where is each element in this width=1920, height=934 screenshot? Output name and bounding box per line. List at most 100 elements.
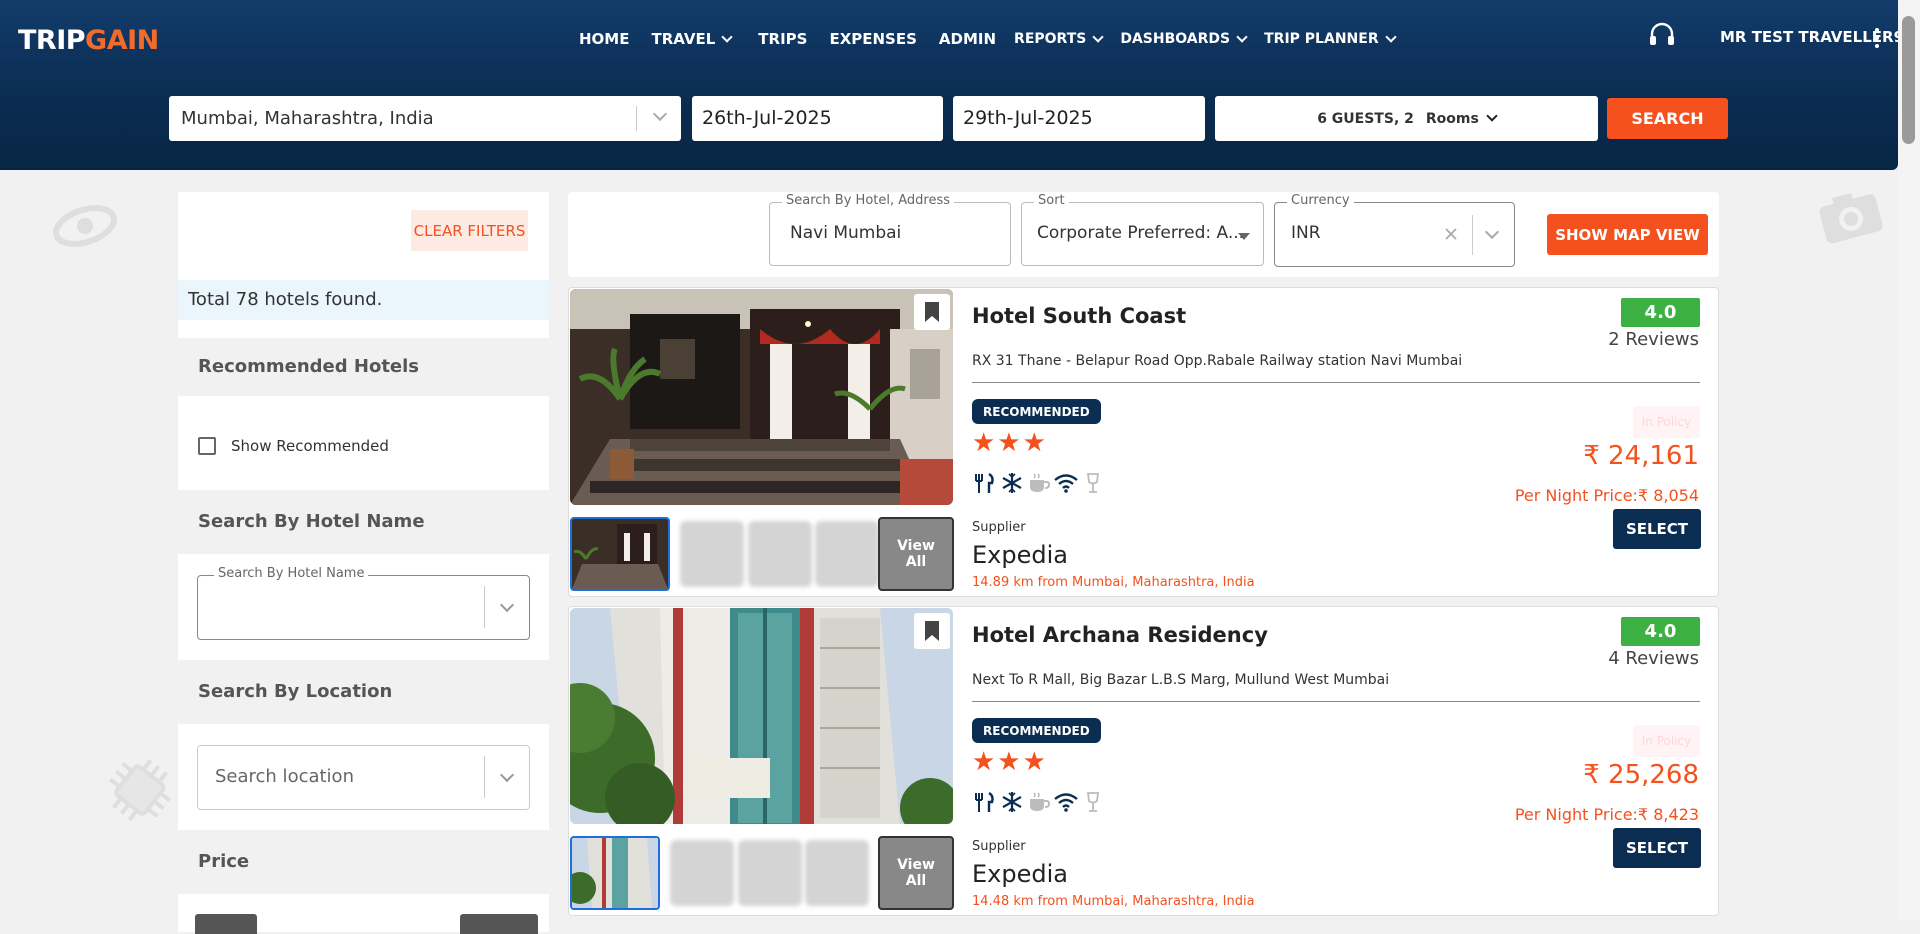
- thumbnail[interactable]: [670, 840, 734, 906]
- select-button[interactable]: SELECT: [1613, 509, 1701, 549]
- more-options-icon[interactable]: [1874, 28, 1880, 48]
- search-button-label: SEARCH: [1631, 109, 1704, 128]
- chevron-down-icon[interactable]: [499, 767, 515, 783]
- rating-badge: 4.0: [1621, 617, 1700, 646]
- photo-thumbnails: View All: [570, 517, 954, 591]
- total-price: ₹ 24,161: [1583, 441, 1699, 471]
- thumbnail-selected[interactable]: [570, 836, 660, 910]
- hotel-photo[interactable]: [570, 289, 953, 505]
- checkout-value: 29th-Jul-2025: [963, 107, 1093, 129]
- checkin-value: 26th-Jul-2025: [702, 107, 832, 129]
- nav-travel[interactable]: TRAVEL: [651, 30, 733, 48]
- reviews-count[interactable]: 2 Reviews: [1608, 329, 1699, 350]
- destination-value: Mumbai, Maharashtra, India: [181, 108, 434, 129]
- chevron-down-icon: [1092, 30, 1105, 43]
- checkout-date-input[interactable]: 29th-Jul-2025: [953, 96, 1205, 141]
- location-heading: Search By Location: [178, 660, 549, 724]
- show-recommended-checkbox[interactable]: [198, 437, 216, 455]
- chevron-down-icon[interactable]: [1484, 224, 1500, 240]
- chevron-down-icon: [1236, 30, 1248, 43]
- nav-dashboards[interactable]: DASHBOARDS: [1120, 30, 1248, 47]
- policy-badge: In Policy: [1633, 725, 1700, 757]
- divider: [636, 106, 637, 131]
- distance-text: 14.89 km from Mumbai, Maharashtra, India: [972, 575, 1255, 590]
- hotel-address-search-input[interactable]: Search By Hotel, Address Navi Mumbai: [769, 193, 1011, 266]
- thumbnail[interactable]: [805, 840, 869, 906]
- headset-icon[interactable]: [1648, 22, 1676, 48]
- guests-rooms-selector[interactable]: 6 GUESTS, 2 Rooms: [1215, 96, 1598, 141]
- location-select[interactable]: Search location: [197, 745, 530, 810]
- view-all-label: View All: [897, 538, 935, 570]
- thumbnail[interactable]: [680, 521, 744, 587]
- policy-badge: In Policy: [1633, 406, 1700, 438]
- destination-select[interactable]: Mumbai, Maharashtra, India: [169, 96, 681, 141]
- show-map-view-label: SHOW MAP VIEW: [1555, 225, 1700, 244]
- price-min-handle[interactable]: [195, 914, 257, 934]
- star-rating: ★★★: [972, 428, 1048, 458]
- amenities: [972, 790, 1107, 814]
- hotel-name[interactable]: Hotel Archana Residency: [972, 623, 1268, 647]
- show-recommended-label: Show Recommended: [231, 437, 389, 455]
- divider: [972, 701, 1700, 702]
- view-all-label: View All: [897, 857, 935, 889]
- tripgain-logo[interactable]: TRIP GAIN: [18, 20, 159, 60]
- close-icon[interactable]: [1445, 228, 1457, 240]
- nav-home[interactable]: HOME: [579, 30, 629, 48]
- nav-trips-label: TRIPS: [758, 30, 808, 48]
- top-header: TRIP GAIN HOME TRAVEL TRIPS EXPENSES ADMI…: [0, 0, 1914, 170]
- reviews-count[interactable]: 4 Reviews: [1608, 648, 1699, 669]
- sort-value: Corporate Preferred: A...: [1037, 223, 1245, 243]
- nav-trip-planner[interactable]: TRIP PLANNER: [1264, 30, 1397, 47]
- bar-icon: [1080, 790, 1106, 814]
- sort-select[interactable]: Sort Corporate Preferred: A...: [1021, 193, 1264, 266]
- amenities: [972, 471, 1107, 495]
- bookmark-button[interactable]: [914, 613, 950, 649]
- show-recommended-row[interactable]: Show Recommended: [198, 437, 389, 455]
- hotel-photo[interactable]: [570, 608, 953, 824]
- view-all-button[interactable]: View All: [878, 836, 954, 910]
- thumbnail[interactable]: [815, 521, 879, 587]
- nav-reports-label: REPORTS: [1014, 31, 1087, 47]
- checkin-date-input[interactable]: 26th-Jul-2025: [692, 96, 943, 141]
- divider: [484, 586, 485, 628]
- wifi-icon: [1053, 471, 1079, 495]
- coffee-icon: [1026, 790, 1052, 814]
- thumbnail[interactable]: [738, 840, 802, 906]
- nav-expenses-label: EXPENSES: [829, 30, 917, 48]
- nav-expenses[interactable]: EXPENSES: [829, 30, 916, 48]
- hotel-name-select[interactable]: Search By Hotel Name: [197, 566, 530, 640]
- camera-icon: [1819, 192, 1883, 244]
- rooms-label: Rooms: [1425, 110, 1479, 127]
- clear-filters-button[interactable]: CLEAR FILTERS: [411, 210, 528, 251]
- chevron-down-icon[interactable]: [652, 106, 668, 122]
- nav-reports[interactable]: REPORTS: [1014, 30, 1105, 47]
- results-toolbar: Search By Hotel, Address Navi Mumbai Sor…: [568, 192, 1719, 277]
- bookmark-icon: [925, 302, 939, 322]
- guests-value: 6 GUESTS, 2: [1317, 110, 1414, 127]
- thumbnail-selected[interactable]: [570, 517, 670, 591]
- distance-text: 14.48 km from Mumbai, Maharashtra, India: [972, 894, 1255, 909]
- nav-trips[interactable]: TRIPS: [758, 30, 807, 48]
- search-button[interactable]: SEARCH: [1607, 98, 1728, 139]
- recommended-badge: RECOMMENDED: [972, 399, 1101, 424]
- select-button-label: SELECT: [1625, 839, 1689, 857]
- view-all-button[interactable]: View All: [878, 517, 954, 591]
- per-night-price: Per Night Price:₹ 8,054: [1514, 486, 1699, 505]
- hotel-name-field-label: Search By Hotel Name: [214, 566, 369, 581]
- price-heading: Price: [178, 830, 549, 894]
- nav-admin[interactable]: ADMIN: [939, 30, 996, 48]
- hotel-name[interactable]: Hotel South Coast: [972, 304, 1186, 328]
- scrollbar-thumb[interactable]: [1902, 16, 1915, 144]
- location-placeholder: Search location: [215, 766, 354, 787]
- thumbnail[interactable]: [748, 521, 812, 587]
- show-map-view-button[interactable]: SHOW MAP VIEW: [1547, 214, 1708, 255]
- chevron-down-icon: [721, 30, 733, 43]
- user-menu[interactable]: MR TEST TRAVELLER98: [1720, 28, 1914, 46]
- currency-select[interactable]: Currency INR: [1274, 193, 1515, 267]
- bookmark-button[interactable]: [914, 294, 950, 330]
- air-conditioning-icon: [999, 471, 1025, 495]
- hotel-address: RX 31 Thane - Belapur Road Opp.Rabale Ra…: [972, 353, 1463, 369]
- chevron-down-icon[interactable]: [499, 597, 515, 613]
- price-max-handle[interactable]: [460, 914, 538, 934]
- select-button[interactable]: SELECT: [1613, 828, 1701, 868]
